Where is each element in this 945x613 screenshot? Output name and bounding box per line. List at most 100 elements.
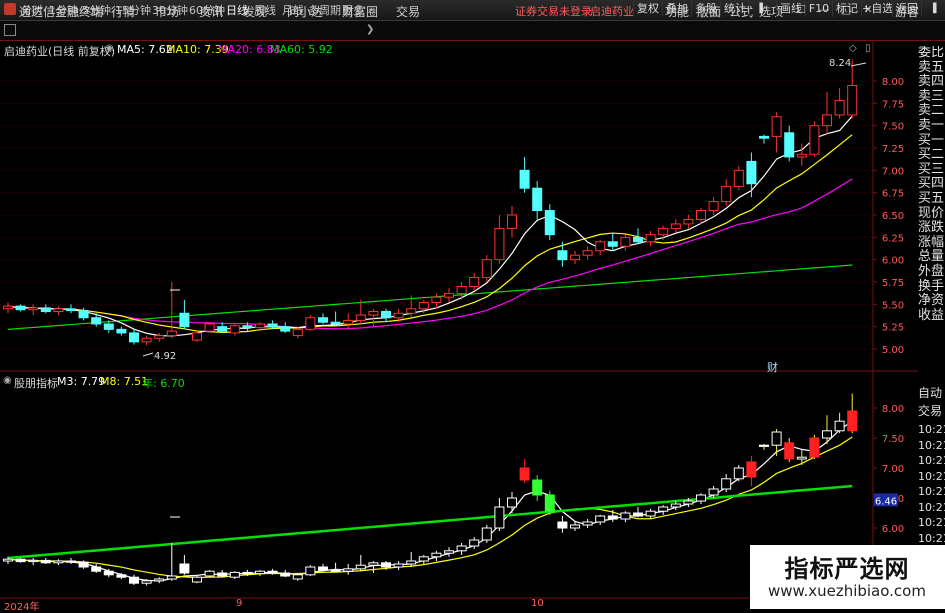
sub-candle-body [292, 574, 303, 580]
order-book-label: 卖三 [918, 88, 945, 104]
btn-back[interactable]: 返回 [892, 1, 921, 17]
sub-candle-body [544, 494, 555, 512]
btn-f10[interactable]: F10 [805, 1, 832, 17]
sub-candle-body [418, 556, 429, 562]
period-daily[interactable]: 日线 [226, 2, 248, 18]
trade-time: 10:21 [918, 516, 945, 529]
sub-candle-body [696, 494, 706, 502]
candle-body [91, 317, 102, 325]
candle-body [532, 187, 543, 212]
candle-body [255, 323, 265, 329]
sub-legend-settings-icon[interactable]: ◉ [3, 375, 12, 386]
candle-body [519, 169, 530, 189]
sub-candle-body [66, 560, 76, 563]
panel-toggle-icon[interactable]: ▐ [921, 1, 944, 17]
order-book-label: 买三 [918, 161, 945, 177]
kline-chart[interactable]: 8.00 7.75 7.50 7.25 7.00 6.75 6.50 6.25 6.00 5.75… [0, 41, 918, 609]
sub-candle-body [683, 500, 694, 505]
sub-candle-body [645, 510, 656, 517]
sub-candle-body [103, 570, 114, 576]
login-notice[interactable]: 证券交易未登录 [515, 3, 592, 19]
period-tick[interactable]: 分时 [21, 2, 43, 18]
sub-candle-body [595, 515, 606, 523]
candle-body [40, 307, 51, 312]
menu-trade[interactable]: 交易 [396, 3, 420, 20]
btn-mark[interactable]: 标记 [832, 1, 861, 17]
candle-body [721, 185, 732, 203]
period-monthly[interactable]: 月线 [282, 2, 304, 18]
candle-body [166, 330, 177, 337]
btn-multi-stock[interactable]: 多股 [691, 1, 720, 17]
sub-candle-body [242, 571, 253, 575]
candle-body [582, 250, 593, 256]
candle-body [154, 335, 165, 339]
order-book-label: 买四 [918, 176, 945, 192]
sub-candle-body [40, 559, 51, 564]
legend-settings-icon[interactable]: ◉ [105, 43, 114, 54]
candle-body [192, 332, 202, 341]
more-arrow-icon[interactable]: ❯ [366, 24, 374, 35]
sub-candle-body [305, 566, 316, 576]
layout-icon[interactable]: ▯ [865, 43, 871, 54]
watermark-url: www.xuezhibiao.com [768, 582, 926, 600]
period-15min[interactable]: 15分钟 [115, 2, 151, 18]
collapse-icon[interactable] [4, 24, 16, 36]
trade-time: 10:21 [918, 485, 945, 498]
period-30min[interactable]: 30分钟 [152, 2, 188, 18]
btn-add-watchlist[interactable]: +自选 [861, 1, 893, 17]
date-label-year: 2024年 [4, 602, 40, 613]
sub-candle-body [708, 488, 719, 496]
high-price-label: 8.24 [829, 58, 852, 69]
date-label-sep: 9 [236, 598, 243, 609]
trade-time: 10:21 [918, 500, 945, 514]
candle-body [15, 305, 26, 311]
candle-body [292, 328, 303, 337]
sub-candle-body [620, 512, 631, 520]
candle-body [78, 310, 89, 319]
year-line [7, 484, 853, 560]
candle-body [406, 308, 417, 314]
candle-body [708, 201, 719, 212]
period-multi[interactable]: 多周期 [308, 2, 341, 18]
candle-body [431, 296, 442, 304]
candle-body [204, 323, 215, 332]
period-more[interactable]: 更多 [342, 2, 364, 18]
diamond-icon[interactable]: ◇ [849, 43, 857, 54]
period-60min[interactable]: 60分钟 [189, 2, 225, 18]
order-book-panel: 委比 卖五 卖四 卖三 卖二 卖一 买一 买二 买三 买四 买五 现价 涨跌 涨幅 总量 外盘 换手 净资 收益 [918, 46, 945, 323]
candle-body [3, 305, 13, 310]
candle-body [343, 319, 354, 325]
candle-body [116, 328, 127, 334]
btn-overlay[interactable]: 叠加 [662, 1, 691, 17]
sub-candle-body [204, 570, 215, 577]
sub-candle-body [557, 521, 568, 529]
sub-candle-body [91, 566, 102, 572]
low-price-label: 4.92 [154, 351, 177, 362]
period-weekly[interactable]: 周线 [254, 2, 276, 18]
finance-marker[interactable]: 财 [767, 359, 778, 375]
candle-body [141, 337, 152, 343]
candle-body [267, 323, 278, 328]
sub-candle-body [670, 503, 681, 508]
candle-body [822, 114, 832, 127]
pin-icon[interactable]: ▌ [749, 1, 776, 17]
sub-indicator-name: 股朋指标 [14, 377, 58, 390]
trade-time: 10:21 [918, 469, 945, 483]
period-1min[interactable]: 1分钟 [49, 2, 78, 18]
price-axis-label: 7.50 [882, 122, 904, 133]
order-book-label: 收益 [918, 307, 945, 323]
period-5min[interactable]: 5分钟 [82, 2, 111, 18]
btn-statistics[interactable]: 统计 [720, 1, 749, 17]
btn-adjust[interactable]: 复权 [633, 1, 662, 17]
sub-candle-body [444, 550, 454, 554]
price-axis-label: 7.00 [882, 166, 904, 177]
sub-candle-body [607, 515, 618, 520]
candle-body [381, 310, 391, 319]
candle-body [683, 218, 694, 225]
btn-draw-line[interactable]: 画线 [776, 1, 805, 17]
sub-legend-m8: M8: 7.51 [100, 375, 149, 388]
candle-body [507, 214, 517, 229]
price-axis-label: 6.00 [882, 256, 904, 267]
candle-body [103, 323, 114, 330]
high-arrow [850, 62, 867, 67]
